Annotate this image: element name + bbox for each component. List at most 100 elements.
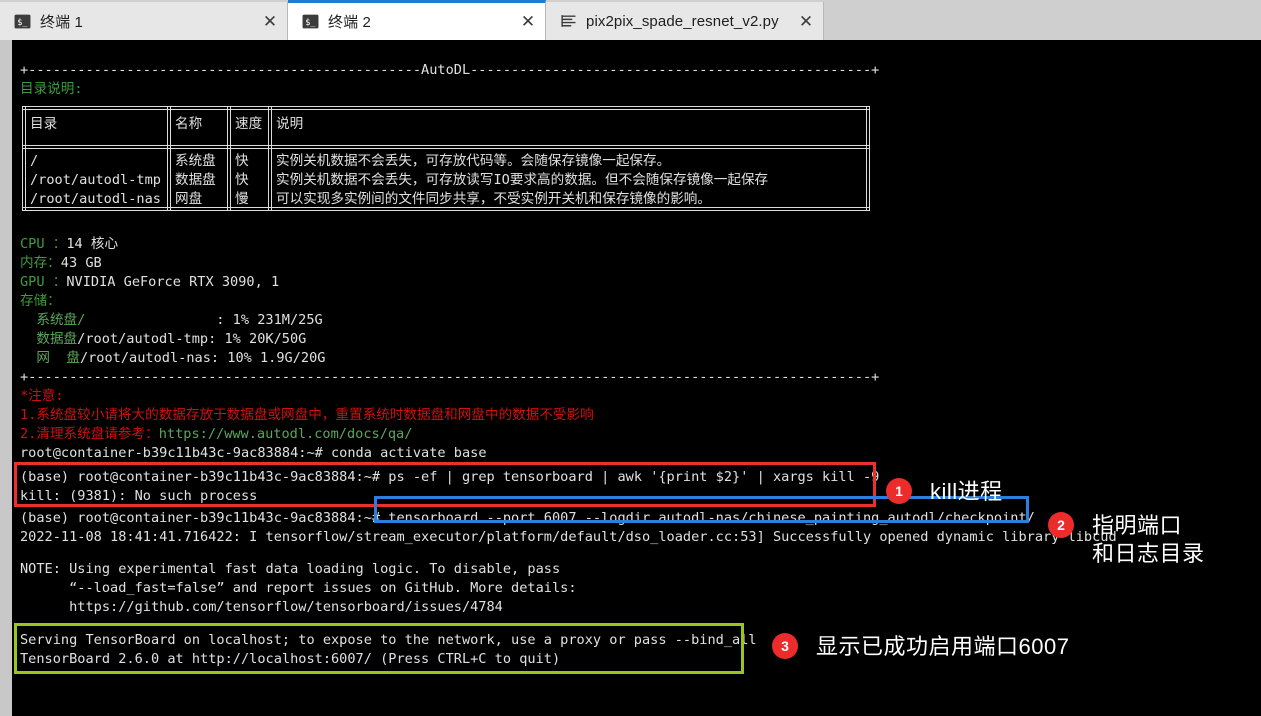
tab-terminal-1[interactable]: $_ 终端 1 ✕ — [0, 2, 288, 40]
spec-gpu: GPU ：NVIDIA GeForce RTX 3090, 1 — [20, 273, 279, 292]
close-icon[interactable]: ✕ — [789, 13, 823, 30]
spec-mem: 内存：43 GB — [20, 254, 102, 273]
storage-path: /root/autodl-nas — [79, 350, 211, 366]
annotation-1: 1 kill进程 — [886, 478, 1003, 506]
storage-nas-disk: 网 盘/root/autodl-nas: 10% 1.9G/20G — [20, 349, 325, 368]
left-gutter — [0, 40, 12, 716]
prompt-kill-line: (base) root@container-b39c11b43c-9ac8388… — [20, 468, 879, 487]
table-row: /root/autodl-nas — [30, 191, 161, 207]
terminal-icon: $_ — [14, 14, 31, 28]
annotation-3: 3 显示已成功启用端口6007 — [772, 633, 1069, 661]
spec-cpu-value: 14 核心 — [66, 236, 119, 252]
table-header-desc: 说明 — [276, 116, 304, 132]
table-row: / — [30, 153, 39, 169]
table-row: 网盘 — [175, 191, 203, 207]
annotation-badge: 1 — [886, 478, 912, 504]
spec-mem-label: 内存： — [20, 255, 61, 271]
spec-cpu-label: CPU ： — [20, 236, 67, 252]
table-col-left — [22, 106, 23, 211]
output-note-line-1: NOTE: Using experimental fast data loadi… — [20, 561, 561, 577]
dir-section-title: 目录说明: — [20, 81, 83, 97]
banner-bottom-line: +---------------------------------------… — [20, 369, 880, 385]
svg-text:$_: $_ — [17, 17, 28, 27]
shell-prompt: root@container-b39c11b43c-9ac83884:~# — [20, 445, 331, 461]
output-note-line-3: https://github.com/tensorflow/tensorboar… — [20, 599, 503, 615]
output-tensorflow-log: 2022-11-08 18:41:41.716422: I tensorflow… — [20, 529, 1117, 545]
storage-system-disk: 系统盘/ : 1% 231M/25G — [20, 311, 323, 330]
spec-mem-value: 43 GB — [60, 255, 102, 271]
shell-prompt: (base) root@container-b39c11b43c-9ac8388… — [20, 510, 389, 526]
notice-title: *注意: — [20, 388, 64, 404]
table-col-2 — [227, 106, 228, 211]
notice-line-2-label: 2.清理系统盘请参考： — [20, 426, 159, 442]
python-file-icon — [561, 14, 576, 27]
storage-label: 网 盘 — [20, 350, 80, 366]
spec-gpu-label: GPU ： — [20, 274, 67, 290]
notice-line-1: 1.系统盘较小请将大的数据存放于数据盘或网盘中，重置系统时数据盘和网盘中的数据不… — [20, 407, 594, 423]
output-note-line-2: “--load_fast=false” and report issues on… — [20, 580, 577, 596]
tab-python-file[interactable]: pix2pix_spade_resnet_v2.py ✕ — [546, 2, 824, 40]
table-row: 实例关机数据不会丢失，可存放读写IO要求高的数据。但不会随保存镜像一起保存 — [276, 172, 769, 188]
terminal-output[interactable]: +---------------------------------------… — [12, 40, 1261, 716]
annotation-label: 显示已成功启用端口6007 — [816, 634, 1070, 659]
storage-value: 1% 231M/25G — [232, 312, 323, 328]
annotation-label: kill进程 — [930, 479, 1003, 504]
prompt-conda-line: root@container-b39c11b43c-9ac83884:~# co… — [20, 444, 487, 463]
output-serving-line-2: TensorBoard 2.6.0 at http://localhost:60… — [20, 651, 561, 667]
storage-pad: : — [210, 350, 228, 366]
storage-title: 存储： — [20, 293, 61, 309]
table-border-top — [22, 106, 870, 107]
table-col-right2 — [869, 106, 870, 211]
banner-top-line: +---------------------------------------… — [20, 62, 880, 78]
terminal-icon: $_ — [302, 14, 319, 29]
storage-pad: : — [85, 312, 233, 328]
annotation-2: 2 指明端口 和日志目录 — [1048, 512, 1205, 568]
table-col-1 — [167, 106, 168, 211]
command-tensorboard: tensorboard --port 6007 --logdir autodl-… — [388, 510, 1035, 526]
command-kill-tensorboard: ps -ef | grep tensorboard | awk '{print … — [388, 469, 880, 485]
annotation-label: 指明端口 和日志目录 — [1092, 513, 1205, 566]
close-icon[interactable]: ✕ — [253, 13, 287, 30]
storage-label: 数据盘 — [20, 331, 78, 347]
svg-text:$_: $_ — [305, 18, 316, 28]
table-col-1b — [170, 106, 171, 211]
table-row: /root/autodl-tmp — [30, 172, 161, 188]
table-border-top2 — [22, 109, 870, 110]
spec-cpu: CPU ：14 核心 — [20, 235, 118, 254]
notice-line-2: 2.清理系统盘请参考：https://www.autodl.com/docs/q… — [20, 425, 412, 444]
table-border-bottom2 — [22, 210, 870, 211]
spec-gpu-value: NVIDIA GeForce RTX 3090, 1 — [66, 274, 280, 290]
tab-label: pix2pix_spade_resnet_v2.py — [586, 12, 779, 30]
tab-label: 终端 2 — [328, 14, 371, 31]
table-row: 慢 — [235, 191, 249, 207]
shell-prompt: (base) root@container-b39c11b43c-9ac8388… — [20, 469, 389, 485]
table-row: 实例关机数据不会丢失，可存放代码等。会随保存镜像一起保存。 — [276, 153, 671, 169]
close-icon[interactable]: ✕ — [511, 13, 545, 30]
storage-path: /root/autodl-tmp — [77, 331, 209, 347]
table-col-3 — [268, 106, 269, 211]
storage-value: 10% 1.9G/20G — [227, 350, 326, 366]
output-kill-result: kill: (9381): No such process — [20, 488, 258, 504]
table-col-right — [866, 106, 867, 211]
table-col-2b — [230, 106, 231, 211]
table-header-dir: 目录 — [30, 116, 58, 132]
terminal-panel: +---------------------------------------… — [0, 40, 1261, 716]
tab-terminal-2[interactable]: $_ 终端 2 ✕ — [288, 0, 546, 40]
table-border-mid — [22, 145, 870, 146]
storage-data-disk: 数据盘/root/autodl-tmp: 1% 20K/50G — [20, 330, 306, 349]
annotation-badge: 2 — [1048, 512, 1074, 538]
table-row: 数据盘 — [175, 172, 216, 188]
table-header-speed: 速度 — [235, 116, 263, 132]
storage-label: 系统盘/ — [20, 312, 86, 328]
storage-pad: : — [208, 331, 225, 347]
table-col-3b — [271, 106, 272, 211]
table-header-name: 名称 — [175, 116, 203, 132]
command-conda-activate: conda activate base — [331, 445, 487, 461]
table-row: 可以实现多实例间的文件同步共享，不受实例开关机和保存镜像的影响。 — [276, 191, 711, 207]
table-row: 快 — [235, 153, 249, 169]
annotation-badge: 3 — [772, 633, 798, 659]
table-col-left2 — [25, 106, 26, 211]
output-serving-line-1: Serving TensorBoard on localhost; to exp… — [20, 632, 757, 648]
prompt-tensorboard-line: (base) root@container-b39c11b43c-9ac8388… — [20, 509, 1035, 528]
tab-bar: $_ 终端 1 ✕ $_ 终端 2 ✕ pix2pix_spade_resnet… — [0, 0, 1261, 40]
